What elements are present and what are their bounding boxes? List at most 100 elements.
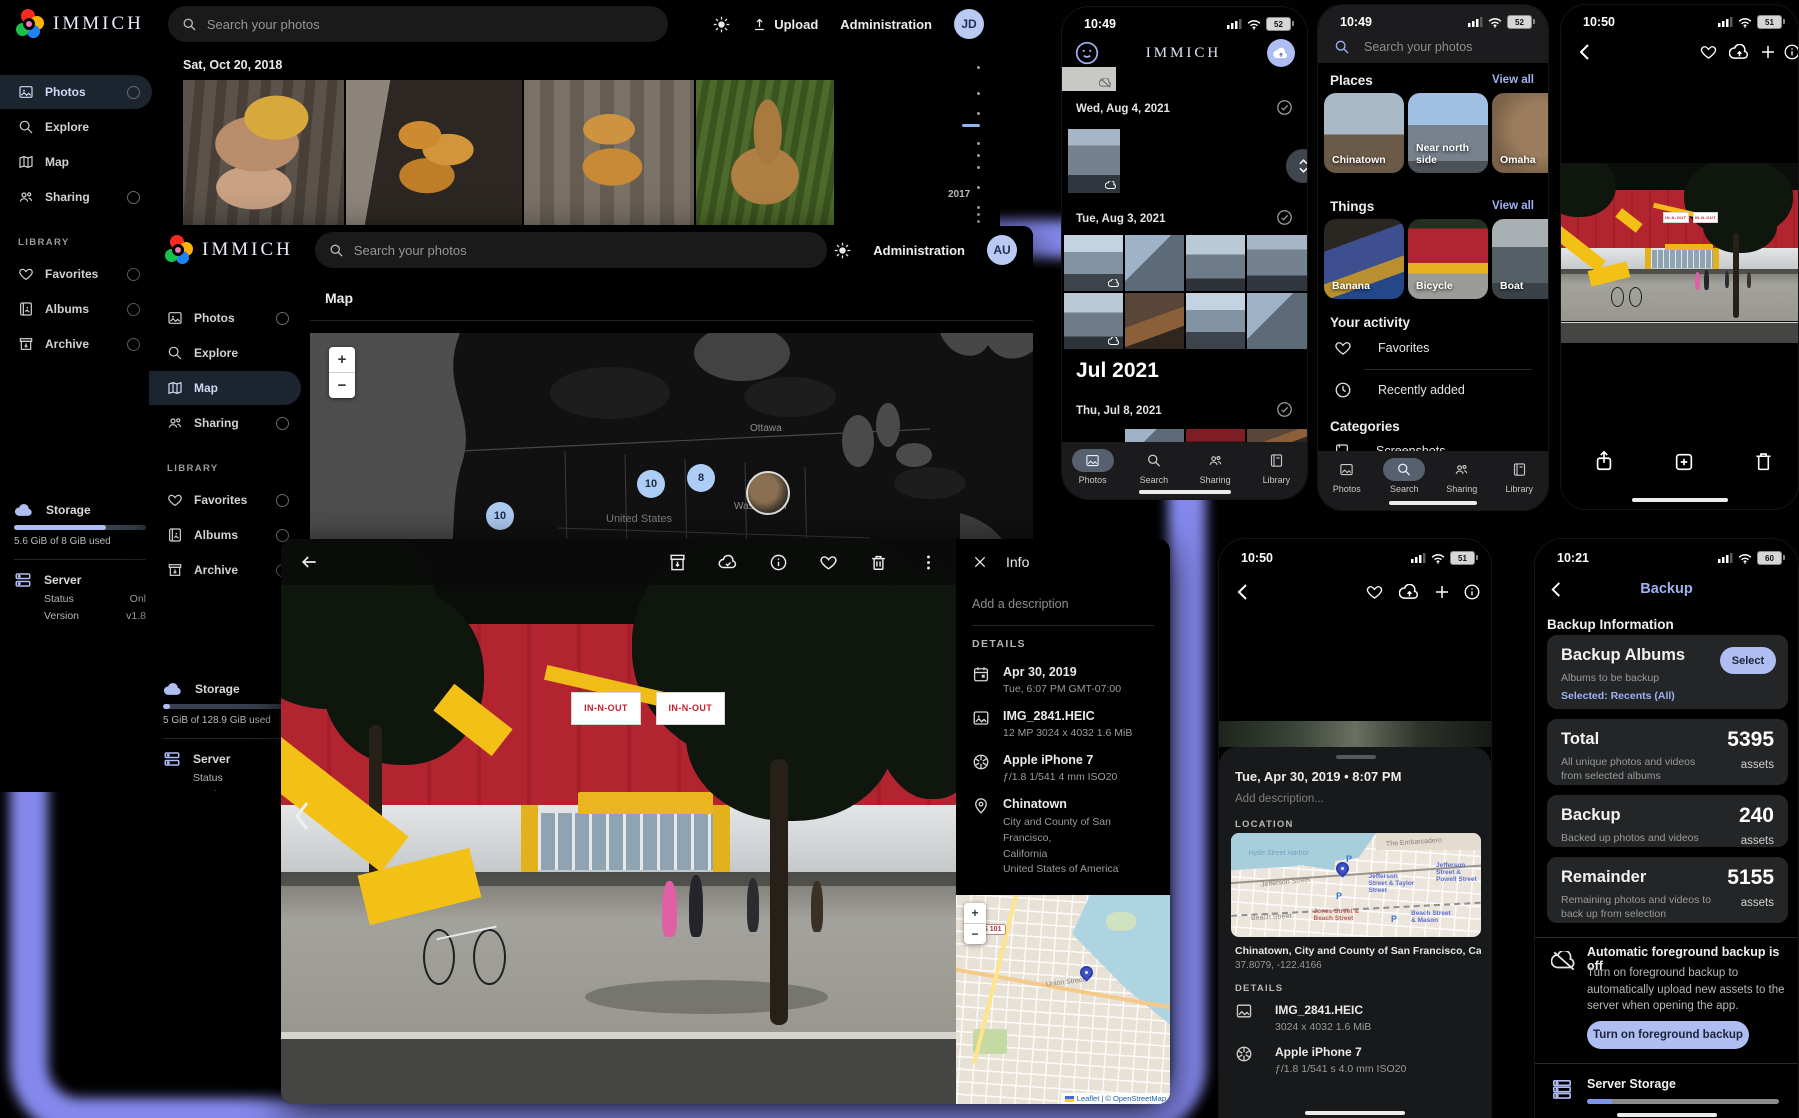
photo-thumb[interactable] bbox=[1186, 293, 1245, 349]
back-arrow-icon[interactable] bbox=[299, 552, 319, 572]
home-indicator[interactable] bbox=[1139, 490, 1231, 494]
theme-toggle-icon[interactable] bbox=[713, 16, 730, 33]
previous-photo-chevron[interactable] bbox=[291, 799, 313, 833]
upload-button[interactable]: Upload bbox=[752, 17, 818, 32]
location-map[interactable]: US 101 Union Street + − Leaflet | © Open… bbox=[956, 895, 1170, 1104]
nav-photos[interactable]: Photos bbox=[1321, 458, 1373, 494]
favorite-heart-icon[interactable] bbox=[1699, 43, 1718, 61]
zoom-out-button[interactable]: − bbox=[964, 924, 986, 944]
photo-thumb[interactable] bbox=[1247, 293, 1307, 349]
photo-thumb[interactable] bbox=[1125, 293, 1184, 349]
plus-icon[interactable] bbox=[1759, 43, 1777, 61]
photo-thumbnail[interactable] bbox=[524, 80, 694, 225]
more-menu-icon[interactable] bbox=[919, 553, 938, 572]
drag-handle[interactable] bbox=[1336, 755, 1376, 759]
description-input[interactable]: Add a description bbox=[972, 597, 1069, 611]
scrubber-handle[interactable] bbox=[1286, 149, 1308, 183]
info-icon[interactable] bbox=[1783, 43, 1799, 61]
trash-icon[interactable] bbox=[1753, 450, 1774, 473]
photo-thumbnail[interactable] bbox=[346, 80, 522, 225]
description-input[interactable]: Add description... bbox=[1235, 793, 1324, 805]
select-check-icon[interactable] bbox=[1276, 209, 1293, 226]
location-map[interactable]: Hyde Street Harbor The Embarcadero Jeffe… bbox=[1231, 833, 1481, 937]
info-icon[interactable] bbox=[769, 553, 788, 572]
nav-search[interactable]: Search bbox=[1128, 449, 1180, 485]
in-n-out-photo[interactable]: IN-N-OUT IN-N-OUT bbox=[281, 539, 956, 1104]
photo-thumbnail[interactable] bbox=[696, 80, 834, 225]
sidebar-item-map[interactable]: Map bbox=[149, 371, 301, 405]
share-icon[interactable] bbox=[1593, 449, 1615, 473]
cloud-backup-icon[interactable] bbox=[718, 553, 738, 572]
sidebar-item-sharing[interactable]: Sharing bbox=[149, 406, 301, 440]
map-zoom-control[interactable]: + − bbox=[964, 903, 986, 944]
cloud-upload-icon[interactable] bbox=[1729, 44, 1750, 60]
search-input[interactable]: Search your photos bbox=[1318, 29, 1548, 65]
things-view-all[interactable]: View all bbox=[1492, 200, 1534, 212]
select-check-icon[interactable] bbox=[1276, 401, 1293, 418]
place-card[interactable]: Chinatown bbox=[1324, 93, 1404, 173]
favorite-heart-icon[interactable] bbox=[1365, 583, 1384, 601]
cloud-upload-icon[interactable] bbox=[1399, 584, 1420, 600]
info-icon[interactable] bbox=[1463, 583, 1481, 601]
back-chevron-icon[interactable] bbox=[1577, 43, 1593, 61]
search-input[interactable]: Search your photos bbox=[315, 232, 827, 268]
place-card[interactable]: Omaha bbox=[1492, 93, 1549, 173]
search-input[interactable]: Search your photos bbox=[168, 6, 668, 42]
favorites-row[interactable]: Favorites bbox=[1334, 339, 1429, 357]
back-chevron-icon[interactable] bbox=[1235, 583, 1251, 601]
sidebar-item-map[interactable]: Map bbox=[0, 145, 152, 179]
plus-icon[interactable] bbox=[1433, 583, 1451, 601]
zoom-in-button[interactable]: + bbox=[329, 347, 355, 373]
photo-thumbnail[interactable] bbox=[183, 80, 344, 225]
select-albums-button[interactable]: Select bbox=[1720, 647, 1776, 674]
sidebar-item-favorites[interactable]: Favorites bbox=[0, 257, 152, 291]
user-avatar[interactable]: JD bbox=[954, 9, 984, 39]
user-face-icon[interactable] bbox=[1074, 40, 1100, 66]
immich-logo[interactable]: IMMICH bbox=[0, 9, 144, 39]
local-photo-thumb[interactable] bbox=[1062, 67, 1116, 91]
nav-photos[interactable]: Photos bbox=[1067, 449, 1119, 485]
select-check-icon[interactable] bbox=[1276, 99, 1293, 116]
home-indicator[interactable] bbox=[1389, 501, 1477, 505]
sidebar-item-archive[interactable]: Archive bbox=[0, 327, 152, 361]
map-cluster[interactable]: 10 bbox=[486, 502, 514, 530]
sidebar-item-albums[interactable]: Albums bbox=[149, 518, 301, 552]
place-card[interactable]: Near north side bbox=[1408, 93, 1488, 173]
map-cluster[interactable]: 10 bbox=[637, 470, 665, 498]
nav-library[interactable]: Library bbox=[1250, 449, 1302, 485]
photo-thumb[interactable] bbox=[1064, 235, 1123, 291]
sidebar-item-photos[interactable]: Photos bbox=[0, 75, 152, 109]
sidebar-item-photos[interactable]: Photos bbox=[149, 301, 301, 335]
home-indicator[interactable] bbox=[1617, 1113, 1717, 1117]
nav-search[interactable]: Search bbox=[1378, 458, 1430, 494]
sidebar-item-sharing[interactable]: Sharing bbox=[0, 180, 152, 214]
in-n-out-photo[interactable]: IN-N-OUT IN-N-OUT bbox=[1561, 163, 1798, 343]
photo-thumb[interactable] bbox=[1068, 129, 1120, 193]
home-indicator[interactable] bbox=[1632, 498, 1728, 502]
turn-on-foreground-backup-button[interactable]: Turn on foreground backup bbox=[1587, 1021, 1749, 1049]
photo-thumb[interactable] bbox=[1247, 235, 1307, 291]
map-cluster[interactable]: 8 bbox=[687, 464, 715, 492]
trash-icon[interactable] bbox=[869, 553, 888, 572]
home-indicator[interactable] bbox=[1305, 1111, 1405, 1115]
sidebar-item-favorites[interactable]: Favorites bbox=[149, 483, 301, 517]
close-icon[interactable] bbox=[972, 554, 988, 570]
thing-card[interactable]: Banana bbox=[1324, 219, 1404, 299]
download-icon[interactable] bbox=[668, 553, 687, 572]
nav-sharing[interactable]: Sharing bbox=[1189, 449, 1241, 485]
map-photo-marker[interactable] bbox=[746, 471, 790, 515]
favorite-heart-icon[interactable] bbox=[819, 553, 838, 572]
zoom-out-button[interactable]: − bbox=[329, 373, 355, 398]
backup-upload-avatar[interactable] bbox=[1267, 39, 1295, 67]
map-attribution[interactable]: Leaflet | © OpenStreetMap bbox=[1077, 1094, 1166, 1103]
administration-link[interactable]: Administration bbox=[840, 17, 932, 32]
immich-logo[interactable]: IMMICH bbox=[149, 235, 293, 265]
photo-thumb[interactable] bbox=[1064, 293, 1123, 349]
administration-link[interactable]: Administration bbox=[873, 243, 965, 258]
map-zoom-control[interactable]: + − bbox=[329, 347, 355, 398]
photo-edge-strip[interactable] bbox=[1219, 721, 1491, 747]
nav-sharing[interactable]: Sharing bbox=[1436, 458, 1488, 494]
sidebar-item-archive[interactable]: Archive bbox=[149, 553, 301, 587]
user-avatar[interactable]: AU bbox=[987, 235, 1017, 265]
nav-library[interactable]: Library bbox=[1493, 458, 1545, 494]
